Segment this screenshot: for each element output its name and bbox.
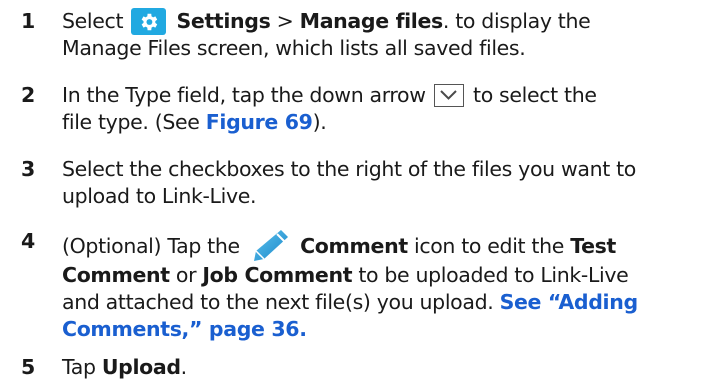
step-number: 4 bbox=[21, 229, 36, 253]
step-number: 5 bbox=[21, 355, 36, 379]
figure-69-link[interactable]: Figure 69 bbox=[206, 110, 313, 134]
step-text: In the Type field, tap the down arrow to… bbox=[62, 83, 597, 134]
manage-files-label: Manage files bbox=[299, 9, 444, 33]
step-number: 3 bbox=[21, 157, 36, 181]
pencil-icon bbox=[250, 228, 290, 262]
step-text: Select the checkboxes to the right of th… bbox=[62, 157, 636, 208]
upload-label: Upload bbox=[101, 355, 181, 379]
gear-icon bbox=[131, 8, 167, 35]
step-text: Select Settings > Manage files. to displ… bbox=[62, 8, 591, 60]
settings-label: Settings bbox=[176, 9, 271, 33]
step-text: (Optional) Tap the Comment icon to edit … bbox=[62, 228, 702, 343]
step-number: 2 bbox=[21, 83, 36, 107]
comment-label: Comment bbox=[300, 234, 408, 258]
step-number: 1 bbox=[21, 9, 36, 33]
step-text: Tap Upload. bbox=[62, 355, 187, 379]
procedure-steps: 1 Select Settings > Manage files. to dis… bbox=[0, 0, 705, 385]
chevron-down-icon bbox=[433, 84, 464, 107]
adding-comments-link-cont[interactable]: Comments,” page 36. bbox=[62, 317, 307, 341]
adding-comments-link[interactable]: See “Adding bbox=[500, 290, 639, 314]
